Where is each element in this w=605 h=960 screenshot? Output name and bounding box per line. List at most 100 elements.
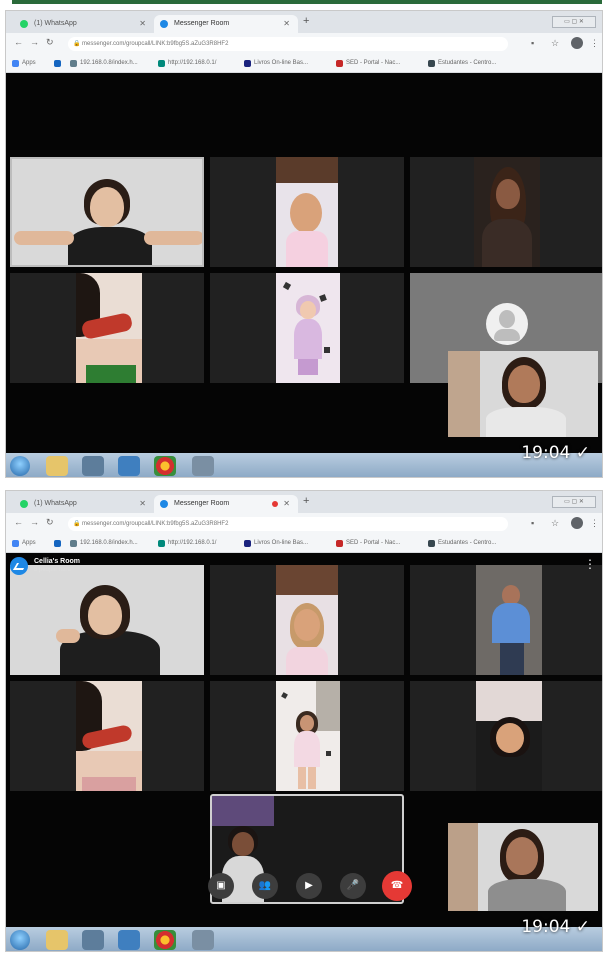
screen-share-button[interactable]: ▣ (208, 873, 234, 899)
tab-messenger-room[interactable]: Messenger Room ✕ (154, 15, 298, 33)
new-tab-button[interactable]: + (303, 15, 309, 27)
bookmark-apps[interactable]: Apps (12, 540, 36, 547)
calendar-icon[interactable] (192, 456, 214, 476)
start-button[interactable] (10, 930, 30, 950)
menu-icon[interactable]: ⋮ (590, 38, 599, 49)
participant-tile[interactable] (210, 681, 404, 791)
forward-icon[interactable]: → (30, 37, 39, 47)
participant-video (12, 159, 202, 265)
participant-tile[interactable] (10, 273, 204, 383)
participant-tile[interactable] (410, 565, 602, 675)
bookmarks-bar: Apps 192.168.0.8/index.h... http://192.1… (6, 535, 602, 553)
participant-video (276, 565, 338, 675)
start-button[interactable] (10, 456, 30, 476)
apps-icon (12, 540, 19, 547)
participant-tile[interactable] (10, 681, 204, 791)
end-call-button[interactable]: ☎ (382, 871, 412, 901)
tab-whatsapp[interactable]: (1) WhatsApp ✕ (14, 15, 154, 33)
bookmark-5[interactable]: SED - Portal - Naс... (336, 540, 400, 547)
participant-tile[interactable] (410, 157, 602, 267)
bookmark-6[interactable]: Estudantes - Centro... (428, 60, 496, 67)
star-icon[interactable]: ☆ (551, 518, 559, 529)
self-view[interactable] (448, 351, 598, 437)
participant-tile[interactable] (10, 565, 204, 675)
bookmark-icon (70, 60, 77, 67)
bookmark-apps[interactable]: Apps (12, 60, 36, 67)
menu-icon[interactable]: ⋮ (590, 518, 599, 529)
address-bar-row: ← → ↻ 🔒 messenger.com/groupcall/LINK:b9f… (6, 513, 602, 535)
bookmark-4[interactable]: Livros On-line Bas... (244, 540, 308, 547)
windows-taskbar (6, 453, 602, 477)
more-options-icon[interactable]: ⋮ (584, 557, 596, 571)
screenshot-2: (1) WhatsApp ✕ Messenger Room ✕ + ▭ ▢ ✕ … (5, 490, 603, 952)
tab-whatsapp[interactable]: (1) WhatsApp ✕ (14, 495, 154, 513)
participant-video (276, 157, 338, 267)
url-field[interactable]: 🔒 messenger.com/groupcall/LINK:b9fbg5S.a… (68, 517, 508, 531)
close-icon[interactable]: ✕ (283, 499, 290, 508)
network-icon[interactable] (118, 456, 140, 476)
participant-video (476, 681, 542, 791)
collage-page: (1) WhatsApp ✕ Messenger Room ✕ + ▭ ▢ ✕ … (0, 0, 605, 960)
avatar (486, 303, 528, 345)
tab-messenger-room[interactable]: Messenger Room ✕ (154, 495, 298, 513)
tab-label: Messenger Room (174, 20, 230, 27)
bookmark-icon (70, 540, 77, 547)
back-icon[interactable]: ← (14, 517, 23, 527)
recording-indicator-icon (272, 501, 278, 507)
file-explorer-icon[interactable] (46, 456, 68, 476)
bookmark-2[interactable]: 192.168.0.8/index.h... (70, 540, 138, 547)
whatsapp-icon (20, 20, 28, 28)
participant-tile[interactable] (410, 681, 602, 791)
network-icon[interactable] (118, 930, 140, 950)
participant-video (76, 681, 142, 791)
file-explorer-icon[interactable] (46, 930, 68, 950)
bookmark-3[interactable]: http://192.168.0.1/ (158, 60, 216, 67)
camera-indicator-icon[interactable]: ▪ (531, 518, 534, 528)
profile-avatar[interactable] (571, 517, 583, 529)
close-icon[interactable]: ✕ (139, 19, 146, 28)
window-controls[interactable]: ▭ ▢ ✕ (552, 496, 596, 508)
bookmark-2[interactable]: 192.168.0.8/index.h... (70, 60, 138, 67)
video-toggle-button[interactable]: ▶ (296, 873, 322, 899)
mute-button[interactable]: 🎤 (340, 873, 366, 899)
chrome-icon[interactable] (154, 456, 176, 476)
participant-tile[interactable] (10, 157, 204, 267)
bookmark-icon (244, 540, 251, 547)
media-player-icon[interactable] (82, 930, 104, 950)
bookmark-3[interactable]: http://192.168.0.1/ (158, 540, 216, 547)
camera-indicator-icon[interactable]: ▪ (531, 38, 534, 48)
reload-icon[interactable]: ↻ (46, 37, 54, 48)
url-field[interactable]: 🔒 messenger.com/groupcall/LINK:b9fbg5S.a… (68, 37, 508, 51)
bookmark-4[interactable]: Livros On-line Bas... (244, 60, 308, 67)
reload-icon[interactable]: ↻ (46, 517, 54, 528)
bookmark-icon (428, 60, 435, 67)
participant-tile[interactable] (210, 273, 404, 383)
blurred-face (496, 723, 524, 753)
profile-avatar[interactable] (571, 37, 583, 49)
new-tab-button[interactable]: + (303, 495, 309, 507)
bookmark-5[interactable]: SED - Portal - Naс... (336, 60, 400, 67)
calendar-icon[interactable] (192, 930, 214, 950)
media-player-icon[interactable] (82, 456, 104, 476)
star-icon[interactable]: ☆ (551, 38, 559, 49)
close-icon[interactable]: ✕ (139, 499, 146, 508)
chrome-icon[interactable] (154, 930, 176, 950)
bookmark-6[interactable]: Estudantes - Centro... (428, 540, 496, 547)
windows-taskbar (6, 927, 602, 951)
close-icon[interactable]: ✕ (283, 19, 290, 28)
back-icon[interactable]: ← (14, 37, 23, 47)
window-controls[interactable]: ▭ ▢ ✕ (552, 16, 596, 28)
participant-tile[interactable] (448, 823, 598, 911)
address-bar-row: ← → ↻ 🔒 messenger.com/groupcall/LINK:b9f… (6, 33, 602, 55)
tab-label: (1) WhatsApp (34, 20, 77, 27)
participants-button[interactable]: 👥 (252, 873, 278, 899)
video-grid: Cellia's Room 8 people here ⋮ ▣ 👥 ▶ 🎤 ☎ (6, 553, 602, 927)
forward-icon[interactable]: → (30, 517, 39, 527)
participant-tile[interactable] (210, 157, 404, 267)
video-grid (6, 73, 602, 453)
bookmark-icon (158, 60, 165, 67)
participant-tile[interactable] (210, 565, 404, 675)
room-participant-count: 8 people here (34, 567, 71, 573)
tab-label: Messenger Room (174, 500, 230, 507)
participant-video (76, 273, 142, 383)
